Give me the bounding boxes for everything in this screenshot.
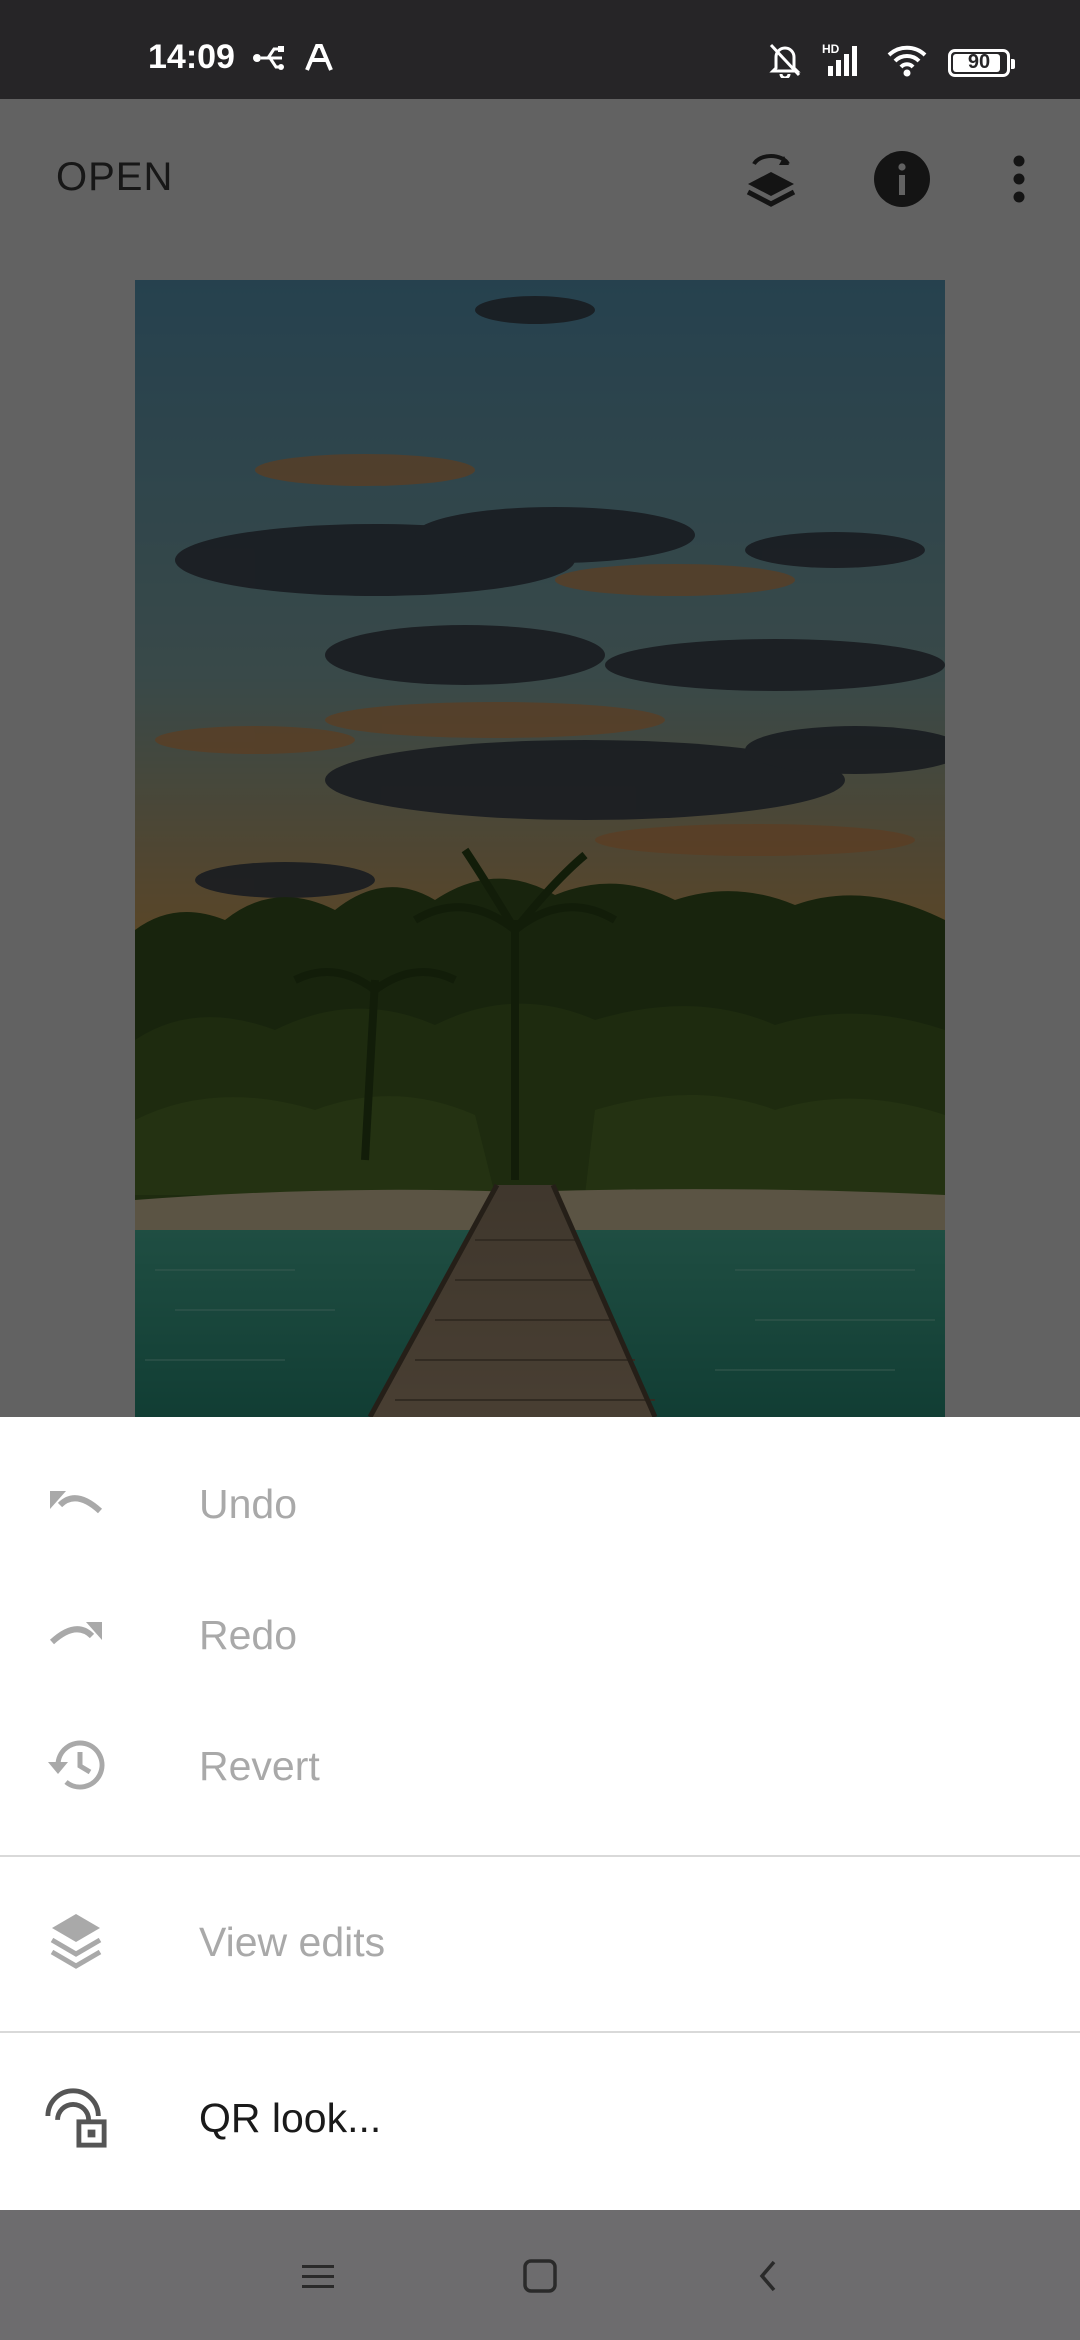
menu-item-undo[interactable]: Undo [0, 1438, 1080, 1568]
bottom-sheet-menu: Undo Redo Revert View edits QR look... [0, 1417, 1080, 2210]
signal-icon: HD [822, 42, 866, 83]
usb-debug-icon [252, 44, 286, 77]
wifi-icon [886, 43, 928, 82]
home-icon[interactable] [510, 2246, 570, 2306]
battery-level: 90 [967, 51, 991, 73]
more-vert-icon[interactable] [987, 147, 1051, 211]
beach-pier-photo [135, 280, 945, 1417]
app-content: OPEN [0, 99, 1080, 1417]
redo-icon [44, 1602, 108, 1666]
menu-label-qr-look: QR look... [199, 2095, 382, 2141]
menu-item-view-edits[interactable]: View edits [0, 1876, 1080, 2006]
menu-item-revert[interactable]: Revert [0, 1700, 1080, 1830]
menu-icon[interactable] [288, 2246, 348, 2306]
back-icon[interactable] [738, 2246, 798, 2306]
status-time: 14:09 [148, 38, 235, 76]
battery-icon: 90 [948, 48, 1015, 77]
status-right-icons: HD 90 [768, 42, 1015, 83]
silent-bell-icon [768, 42, 802, 83]
menu-item-qr-look[interactable]: QR look... [0, 2052, 1080, 2182]
undo-icon [44, 1471, 108, 1535]
open-button[interactable]: OPEN [56, 155, 173, 200]
menu-divider [0, 1855, 1080, 1857]
menu-label-view-edits: View edits [199, 1919, 386, 1965]
app-toolbar: OPEN [0, 99, 1080, 259]
menu-label-redo: Redo [199, 1612, 298, 1658]
qr-look-icon [44, 2085, 108, 2149]
screen: 14:09 HD 90 OPEN Undo Redo Revert View e… [0, 0, 1080, 2340]
menu-label-undo: Undo [199, 1481, 298, 1527]
status-left-icons [252, 44, 334, 77]
layers-icon [44, 1909, 108, 1973]
menu-divider [0, 2031, 1080, 2033]
info-icon[interactable] [870, 147, 934, 211]
layers-swap-icon[interactable] [739, 147, 803, 211]
status-bar: 14:09 HD 90 [0, 0, 1080, 99]
menu-item-redo[interactable]: Redo [0, 1569, 1080, 1699]
system-nav-bar [0, 2210, 1080, 2340]
history-icon [44, 1733, 108, 1797]
menu-label-revert: Revert [199, 1743, 320, 1789]
network-label: HD [822, 42, 840, 56]
font-a-icon [304, 44, 334, 77]
